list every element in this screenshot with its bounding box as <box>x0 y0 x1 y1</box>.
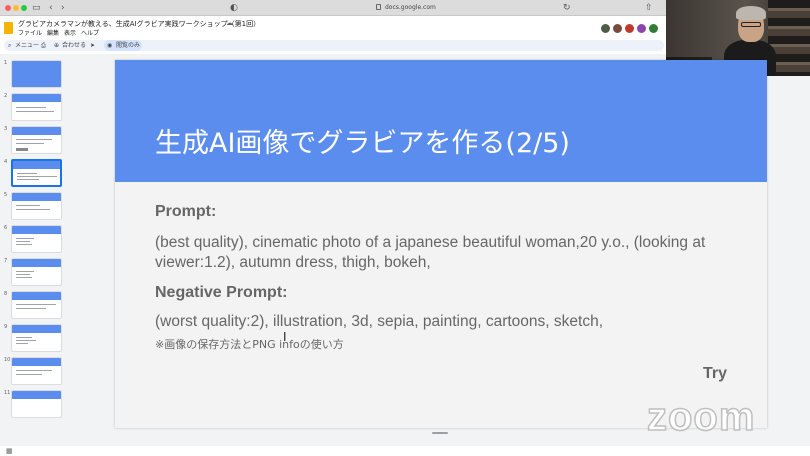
slide-body: Prompt: (best quality), cinematic photo … <box>155 202 745 352</box>
slide-number: 8 <box>4 291 8 297</box>
docs-toolbar: ⌕ メニュー ⎙ ⊕ 合わせる ➤ ◉ 閲覧のみ <box>4 40 664 51</box>
slide-number: 4 <box>4 159 8 165</box>
zoom-watermark: zoom <box>646 394 756 440</box>
video-person-glasses <box>741 22 761 27</box>
slide-number: 1 <box>4 60 8 66</box>
thumbnail-preview <box>11 390 62 418</box>
thumbnail-preview <box>11 291 62 319</box>
slide-thumbnail-active[interactable]: 4 <box>2 159 64 189</box>
slide-number: 5 <box>4 192 8 198</box>
bottom-bar <box>0 446 810 456</box>
thumbnail-preview <box>11 324 62 352</box>
text-cursor-icon: I <box>283 330 287 344</box>
thumbnail-preview <box>11 60 62 88</box>
thumbnail-preview <box>11 93 62 121</box>
thumbnail-preview <box>11 357 62 385</box>
avatar[interactable] <box>648 23 659 34</box>
thumbnail-preview <box>11 225 62 253</box>
search-icon[interactable]: ⌕ <box>8 41 11 50</box>
collaborator-avatars <box>600 23 659 34</box>
slide-number: 2 <box>4 93 8 99</box>
slide-thumbnail[interactable]: 3 <box>2 126 64 156</box>
back-icon[interactable]: ‹ <box>49 2 53 14</box>
try-label: Try <box>703 365 728 382</box>
thumbnail-preview <box>11 258 62 286</box>
slides-logo-icon[interactable] <box>4 22 13 34</box>
slide-number: 6 <box>4 225 8 231</box>
slide-title: 生成AI画像でグラビアを作る(2/5) <box>155 128 570 159</box>
view-mode-label: 閲覧のみ <box>116 42 141 49</box>
slide-thumbnail[interactable]: 9 <box>2 324 64 354</box>
slide-title-banner: 生成AI画像でグラビアを作る(2/5) <box>115 60 767 182</box>
slide-number: 10 <box>4 357 11 363</box>
avatar[interactable] <box>612 23 623 34</box>
shield-icon: ◐ <box>230 3 238 13</box>
menu-view[interactable]: 表示 <box>64 30 76 38</box>
search-menus-button[interactable]: メニュー <box>15 41 39 50</box>
avatar[interactable] <box>624 23 635 34</box>
sidebar-toggle-icon[interactable]: ▭ <box>32 2 41 14</box>
slide-thumbnail[interactable]: 6 <box>2 225 64 255</box>
prompt-text: (best quality), cinematic photo of a jap… <box>155 234 706 271</box>
address-bar[interactable]: docs.google.com <box>385 3 436 13</box>
avatar[interactable] <box>636 23 647 34</box>
negative-prompt-heading: Negative Prompt: <box>155 284 288 301</box>
cloud-saved-icon[interactable]: ☁ <box>226 19 233 27</box>
lock-icon <box>376 4 381 10</box>
notes-resize-handle[interactable] <box>432 432 448 434</box>
pointer-icon[interactable]: ➤ <box>90 41 95 50</box>
view-mode-chip[interactable]: ◉ 閲覧のみ <box>104 40 142 51</box>
slide-thumbnail[interactable]: 8 <box>2 291 64 321</box>
slide-filmstrip: 1 2 3 4 5 6 7 8 9 10 11 <box>0 54 68 446</box>
slide-number: 11 <box>4 390 11 396</box>
zoom-select[interactable]: 合わせる <box>62 41 86 50</box>
close-window-button[interactable] <box>5 5 11 11</box>
menu-edit[interactable]: 編集 <box>47 30 59 38</box>
slide-thumbnail[interactable]: 2 <box>2 93 64 123</box>
maximize-window-button[interactable] <box>21 5 27 11</box>
reload-icon[interactable]: ↻ <box>563 2 571 14</box>
minimize-window-button[interactable] <box>13 5 19 11</box>
eye-icon: ◉ <box>107 42 113 49</box>
slide-thumbnail[interactable]: 1 <box>2 60 64 90</box>
slide-thumbnail[interactable]: 5 <box>2 192 64 222</box>
grid-view-icon[interactable]: ▦ <box>6 447 13 455</box>
slide-thumbnail[interactable]: 7 <box>2 258 64 288</box>
menu-file[interactable]: ファイル <box>18 30 42 38</box>
slide-thumbnail[interactable]: 10 <box>2 357 64 387</box>
menu-help[interactable]: ヘルプ <box>81 30 99 38</box>
thumbnail-preview <box>11 159 62 187</box>
slide-note: ※画像の保存方法とPNG infoの使い方 <box>155 338 344 351</box>
slide-canvas: 生成AI画像でグラビアを作る(2/5) Prompt: (best qualit… <box>115 60 767 428</box>
video-person-hair <box>736 6 766 20</box>
avatar[interactable] <box>600 23 611 34</box>
print-icon[interactable]: ⎙ <box>41 41 46 50</box>
thumbnail-preview <box>11 126 62 154</box>
slide-number: 3 <box>4 126 8 132</box>
document-title[interactable]: グラビアカメラマンが教える、生成AIグラビア実践ワークショップ（第1回） <box>18 19 260 29</box>
share-icon[interactable]: ⇧ <box>645 2 653 14</box>
forward-icon[interactable]: › <box>61 2 65 14</box>
menu-bar: ファイル 編集 表示 ヘルプ <box>18 30 99 38</box>
slide-number: 7 <box>4 258 8 264</box>
negative-prompt-text: (worst quality:2), illustration, 3d, sep… <box>155 313 603 330</box>
thumbnail-preview <box>11 192 62 220</box>
zoom-icon[interactable]: ⊕ <box>54 41 59 50</box>
slide-thumbnail[interactable]: 11 <box>2 390 64 420</box>
prompt-heading: Prompt: <box>155 203 217 220</box>
slide-number: 9 <box>4 324 8 330</box>
